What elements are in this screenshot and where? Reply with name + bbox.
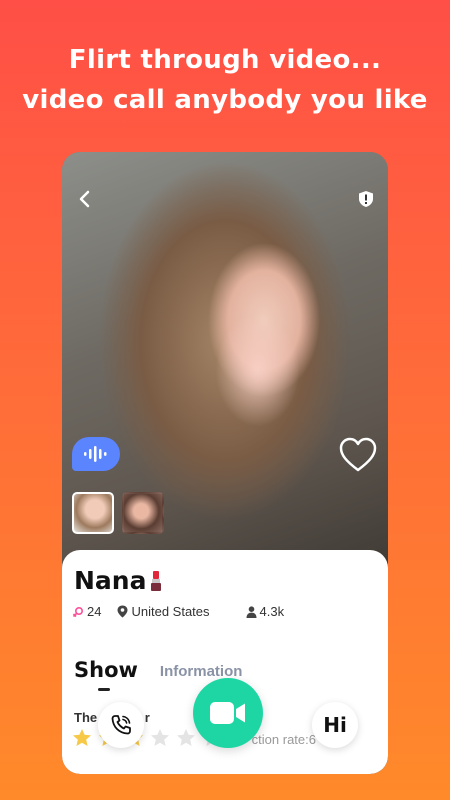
age-badge: 24 <box>72 604 101 619</box>
profile-meta: 24 United States 4.3k <box>72 604 284 619</box>
lipstick-icon <box>151 570 162 591</box>
say-hi-button[interactable]: Hi <box>312 702 358 748</box>
report-button[interactable] <box>358 190 374 208</box>
heart-icon <box>339 437 377 472</box>
location-value: United States <box>131 604 210 619</box>
star-icon <box>151 729 169 746</box>
voice-intro-button[interactable] <box>72 437 120 471</box>
headline-line-2: video call anybody you like <box>22 85 428 115</box>
profile-tabs: Show Information <box>74 658 242 691</box>
like-button[interactable] <box>338 436 378 474</box>
shield-icon <box>359 191 373 207</box>
headline-line-1: Flirt through video... <box>68 45 382 75</box>
back-icon <box>79 190 90 208</box>
location: United States <box>117 604 210 619</box>
person-icon <box>246 605 257 618</box>
star-icon <box>73 729 91 746</box>
video-camera-icon <box>210 702 245 724</box>
phone-icon <box>111 715 131 735</box>
headline: Flirt through video... video call anybod… <box>0 40 450 120</box>
tab-show[interactable]: Show <box>74 658 138 691</box>
profile-name-row: Nana <box>74 566 164 595</box>
age-value: 24 <box>87 604 102 619</box>
location-pin-icon <box>117 605 128 618</box>
photo-thumbnails <box>72 492 164 534</box>
star-icon <box>177 729 195 746</box>
profile-name: Nana <box>74 566 147 595</box>
back-button[interactable] <box>74 188 96 210</box>
gender-icon <box>72 606 84 617</box>
photo-thumbnail-1[interactable] <box>72 492 114 534</box>
video-call-button[interactable] <box>193 678 263 748</box>
voice-call-button[interactable] <box>98 702 144 748</box>
voice-icon <box>84 446 107 462</box>
followers-value: 4.3k <box>259 604 285 619</box>
followers: 4.3k <box>246 604 285 619</box>
satisfaction-rate: ction rate:6 <box>251 732 316 747</box>
photo-thumbnail-2[interactable] <box>122 492 164 534</box>
